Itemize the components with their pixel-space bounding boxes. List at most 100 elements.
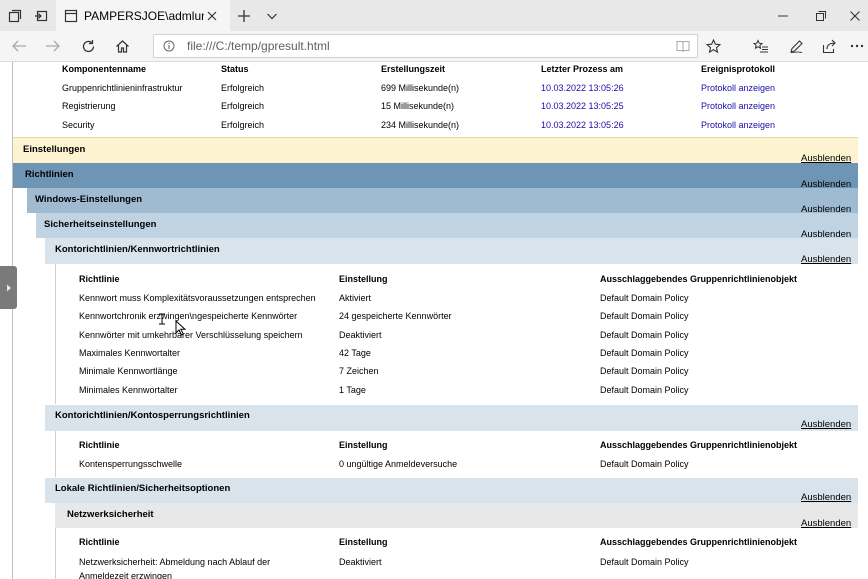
- home-icon[interactable]: [109, 31, 135, 61]
- close-tab-icon[interactable]: [206, 10, 218, 22]
- info-icon[interactable]: [163, 40, 175, 52]
- policy-setting: 1 Tage: [339, 385, 366, 395]
- policy-name-line2: Anmeldezeit erzwingen: [79, 571, 173, 579]
- show-log-link[interactable]: Protokoll anzeigen: [701, 83, 775, 93]
- netzwerk-policy-table: Richtlinie Einstellung Ausschlaggebendes…: [55, 528, 859, 579]
- component-last-run: 10.03.2022 13:05:26: [541, 83, 624, 93]
- component-name: Registrierung: [62, 101, 116, 111]
- policy-gpo: Default Domain Policy: [600, 557, 689, 567]
- mouse-pointer-icon: [175, 320, 187, 336]
- policy-setting: Deaktiviert: [339, 330, 382, 340]
- restore-icon[interactable]: [806, 0, 836, 31]
- text-cursor-icon: [158, 313, 166, 325]
- policy-name: Kennwortchronik erzwingen\ngespeicherte …: [79, 311, 298, 321]
- chevron-right-icon: [6, 284, 11, 291]
- col-header-gpo: Ausschlaggebendes Gruppenrichtlinienobje…: [600, 440, 798, 450]
- show-log-link[interactable]: Protokoll anzeigen: [701, 120, 775, 130]
- col-header-last-run: Letzter Prozess am: [541, 64, 624, 74]
- col-header-time: Erstellungszeit: [381, 64, 446, 74]
- policy-gpo: Default Domain Policy: [600, 348, 689, 358]
- kontosperrung-policy-table: Richtlinie Einstellung Ausschlaggebendes…: [55, 431, 859, 477]
- section-kontosperrungsrichtlinien[interactable]: Kontorichtlinien/Kontosperrungsrichtlini…: [45, 405, 858, 431]
- col-header-event-log: Ereignisprotokoll: [701, 64, 776, 74]
- browser-tab[interactable]: PAMPERSJOE\admlump: [56, 0, 230, 31]
- section-title: Einstellungen: [23, 144, 86, 155]
- favorite-star-icon[interactable]: [700, 31, 726, 61]
- set-aside-tabs-icon[interactable]: [30, 0, 52, 31]
- col-header-policy: Richtlinie: [79, 440, 120, 450]
- policy-setting: 7 Zeichen: [339, 366, 379, 376]
- tab-list-chevron-icon[interactable]: [261, 0, 283, 31]
- section-sicherheitseinstellungen[interactable]: Sicherheitseinstellungen: [36, 213, 858, 238]
- side-panel-toggle[interactable]: [0, 266, 17, 309]
- report-page[interactable]: Komponentenname Status Erstellungszeit L…: [0, 62, 868, 579]
- component-status: Erfolgreich: [221, 120, 265, 130]
- section-netzwerksicherheit[interactable]: Netzwerksicherheit: [55, 503, 858, 528]
- col-header-status: Status: [221, 64, 249, 74]
- forward-arrow-icon[interactable]: [40, 31, 66, 61]
- policy-setting: Deaktiviert: [339, 557, 382, 567]
- section-kennwortrichtlinien[interactable]: Kontorichtlinien/Kennwortrichtlinien: [45, 238, 858, 264]
- section-lokale-richtlinien[interactable]: Lokale Richtlinien/Sicherheitsoptionen: [45, 478, 858, 503]
- policy-setting: 24 gespeicherte Kennwörter: [339, 311, 452, 321]
- component-time: 15 Millisekunde(n): [381, 101, 455, 111]
- policy-setting: 0 ungültige Anmeldeversuche: [339, 459, 458, 469]
- policy-name: Netzwerksicherheit: Abmeldung nach Ablau…: [79, 557, 271, 567]
- close-window-icon[interactable]: [842, 0, 868, 31]
- col-header-component: Komponentenname: [62, 64, 147, 74]
- page-icon: [64, 9, 78, 23]
- section-windows-einstellungen[interactable]: Windows-Einstellungen: [27, 188, 858, 213]
- col-header-setting: Einstellung: [339, 274, 388, 284]
- policy-gpo: Default Domain Policy: [600, 311, 689, 321]
- hide-kontosperrung-link[interactable]: Ausblenden: [801, 419, 851, 430]
- col-header-policy: Richtlinie: [79, 274, 120, 284]
- col-header-gpo: Ausschlaggebendes Gruppenrichtlinienobje…: [600, 274, 798, 284]
- section-title: Richtlinien: [25, 169, 74, 180]
- address-bar[interactable]: file:///C:/temp/gpresult.html: [153, 34, 698, 58]
- component-name: Gruppenrichtlinieninfrastruktur: [62, 83, 183, 93]
- refresh-icon[interactable]: [75, 31, 101, 61]
- section-einstellungen[interactable]: Einstellungen: [13, 137, 858, 163]
- policy-name: Kontensperrungsschwelle: [79, 459, 183, 469]
- show-log-link[interactable]: Protokoll anzeigen: [701, 101, 775, 111]
- share-icon[interactable]: [816, 31, 842, 61]
- policy-gpo: Default Domain Policy: [600, 293, 689, 303]
- section-title: Netzwerksicherheit: [67, 509, 154, 520]
- policy-setting: 42 Tage: [339, 348, 371, 358]
- component-time: 234 Millisekunde(n): [381, 120, 460, 130]
- section-title: Lokale Richtlinien/Sicherheitsoptionen: [55, 483, 231, 494]
- policy-name: Kennwort muss Komplexitätsvoraussetzunge…: [79, 293, 316, 303]
- section-title: Sicherheitseinstellungen: [44, 219, 157, 230]
- new-tab-icon[interactable]: [233, 0, 255, 31]
- component-status: Erfolgreich: [221, 83, 265, 93]
- policy-name: Minimale Kennwortlänge: [79, 366, 178, 376]
- navigation-bar: file:///C:/temp/gpresult.html: [0, 31, 868, 62]
- policy-setting: Aktiviert: [339, 293, 372, 303]
- url-text: file:///C:/temp/gpresult.html: [187, 39, 330, 53]
- tab-title: PAMPERSJOE\admlump: [84, 8, 204, 23]
- section-title: Kontorichtlinien/Kennwortrichtlinien: [55, 244, 220, 255]
- policy-gpo: Default Domain Policy: [600, 459, 689, 469]
- col-header-policy: Richtlinie: [79, 537, 120, 547]
- tab-actions-icon[interactable]: [4, 0, 26, 31]
- component-status-table: Komponentenname Status Erstellungszeit L…: [0, 62, 868, 138]
- policy-name: Minimales Kennwortalter: [79, 385, 178, 395]
- component-status: Erfolgreich: [221, 101, 265, 111]
- component-time: 699 Millisekunde(n): [381, 83, 460, 93]
- component-name: Security: [62, 120, 95, 130]
- back-arrow-icon[interactable]: [6, 31, 32, 61]
- policy-gpo: Default Domain Policy: [600, 385, 689, 395]
- more-menu-icon[interactable]: [846, 31, 868, 61]
- section-richtlinien[interactable]: Richtlinien: [13, 163, 858, 188]
- minimize-icon[interactable]: [768, 0, 798, 31]
- section-title: Windows-Einstellungen: [35, 194, 143, 205]
- col-header-setting: Einstellung: [339, 537, 388, 547]
- policy-gpo: Default Domain Policy: [600, 366, 689, 376]
- pen-notes-icon[interactable]: [783, 31, 809, 61]
- hide-lokale-richtlinien-link[interactable]: Ausblenden: [801, 492, 851, 503]
- favorites-list-icon[interactable]: [748, 31, 774, 61]
- reading-view-icon[interactable]: [676, 40, 690, 52]
- section-title: Kontorichtlinien/Kontosperrungsrichtlini…: [55, 410, 250, 421]
- policy-name: Kennwörter mit umkehrbarer Verschlüsselu…: [79, 330, 303, 340]
- component-last-run: 10.03.2022 13:05:26: [541, 120, 624, 130]
